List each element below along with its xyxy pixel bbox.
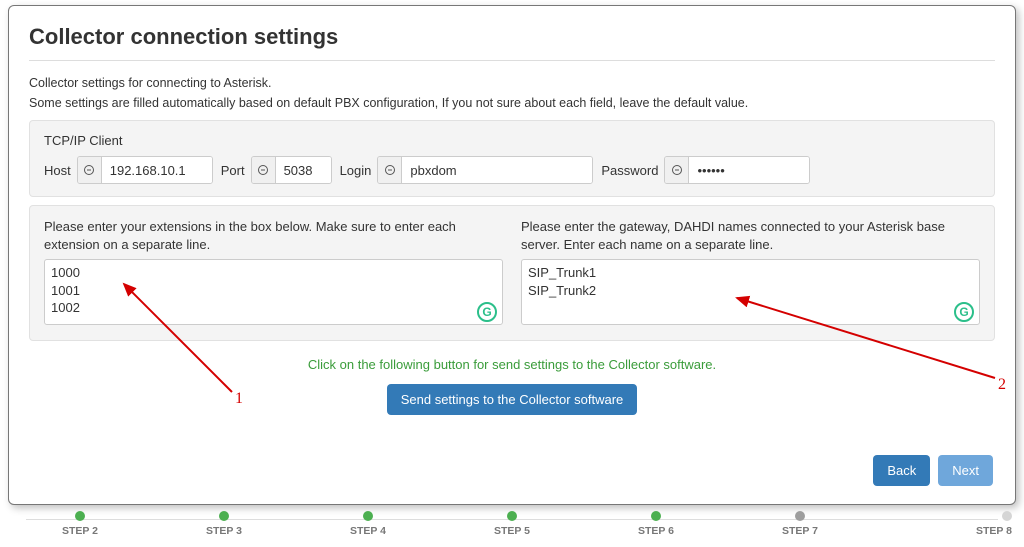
- gateways-column: Please enter the gateway, DAHDI names co…: [521, 218, 980, 328]
- extensions-instruction: Please enter your extensions in the box …: [44, 218, 503, 253]
- step-dot: [651, 511, 661, 521]
- tcpip-section-label: TCP/IP Client: [44, 133, 980, 148]
- step-dot: [75, 511, 85, 521]
- password-input[interactable]: [689, 157, 809, 183]
- settings-window: Collector connection settings Collector …: [8, 5, 1016, 505]
- next-button[interactable]: Next: [938, 455, 993, 486]
- title-divider: [29, 60, 995, 61]
- login-label: Login: [340, 163, 372, 178]
- wizard-step[interactable]: STEP 2: [8, 509, 152, 537]
- login-input[interactable]: [402, 157, 592, 183]
- description-line-2: Some settings are filled automatically b…: [29, 95, 995, 113]
- password-label: Password: [601, 163, 658, 178]
- send-hint: Click on the following button for send s…: [29, 357, 995, 372]
- wizard-stepper: STEP 2 STEP 3 STEP 4 STEP 5 STEP 6 STEP 7 STEP…: [8, 509, 1016, 543]
- wizard-step[interactable]: STEP 8: [872, 509, 1016, 537]
- wizard-step[interactable]: STEP 3: [152, 509, 296, 537]
- extensions-column: Please enter your extensions in the box …: [44, 218, 503, 328]
- lists-panel: Please enter your extensions in the box …: [29, 205, 995, 341]
- extensions-textarea[interactable]: [44, 259, 503, 325]
- step-dot: [795, 511, 805, 521]
- back-button[interactable]: Back: [873, 455, 930, 486]
- gateways-instruction: Please enter the gateway, DAHDI names co…: [521, 218, 980, 253]
- port-label: Port: [221, 163, 245, 178]
- host-reset-icon[interactable]: [78, 157, 102, 183]
- port-input-wrap: [251, 156, 332, 184]
- page-title: Collector connection settings: [29, 24, 995, 50]
- wizard-step[interactable]: STEP 5: [440, 509, 584, 537]
- host-input[interactable]: [102, 157, 212, 183]
- step-label: STEP 7: [782, 525, 818, 537]
- gateways-textarea[interactable]: [521, 259, 980, 325]
- host-input-wrap: [77, 156, 213, 184]
- description-line-1: Collector settings for connecting to Ast…: [29, 75, 995, 93]
- tcpip-row: Host Port: [44, 156, 980, 184]
- login-reset-icon[interactable]: [378, 157, 402, 183]
- password-reset-icon[interactable]: [665, 157, 689, 183]
- tcpip-panel: TCP/IP Client Host Port: [29, 120, 995, 197]
- step-label: STEP 2: [62, 525, 98, 537]
- step-dot: [219, 511, 229, 521]
- step-label: STEP 4: [350, 525, 386, 537]
- wizard-step[interactable]: STEP 6: [584, 509, 728, 537]
- login-input-wrap: [377, 156, 593, 184]
- step-dot: [363, 511, 373, 521]
- step-label: STEP 6: [638, 525, 674, 537]
- step-label: STEP 8: [976, 525, 1012, 537]
- password-input-wrap: [664, 156, 810, 184]
- step-dot: [1002, 511, 1012, 521]
- nav-buttons: Back Next: [873, 455, 993, 486]
- wizard-step[interactable]: STEP 7: [728, 509, 872, 537]
- step-label: STEP 5: [494, 525, 530, 537]
- host-label: Host: [44, 163, 71, 178]
- step-label: STEP 3: [206, 525, 242, 537]
- grammarly-icon[interactable]: G: [477, 302, 497, 322]
- port-reset-icon[interactable]: [252, 157, 276, 183]
- step-dot: [507, 511, 517, 521]
- wizard-step[interactable]: STEP 4: [296, 509, 440, 537]
- port-input[interactable]: [276, 157, 331, 183]
- grammarly-icon[interactable]: G: [954, 302, 974, 322]
- send-settings-button[interactable]: Send settings to the Collector software: [387, 384, 638, 415]
